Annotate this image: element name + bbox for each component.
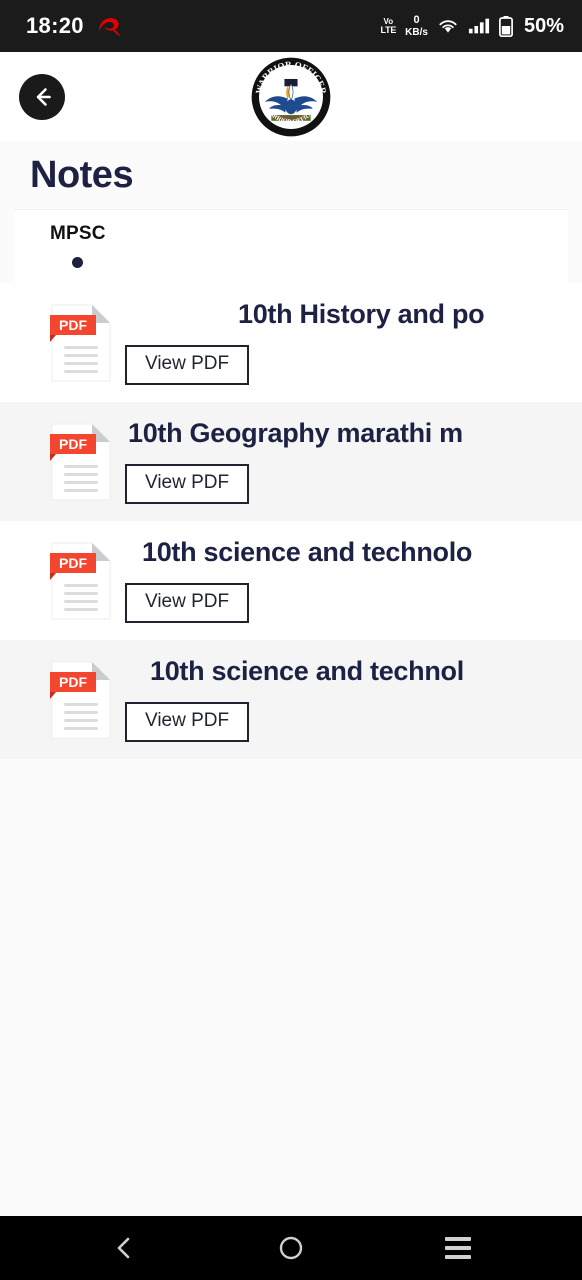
- view-pdf-button[interactable]: View PDF: [125, 345, 250, 385]
- app-header: WARRIOR OFFICER MARATHI BOOKS WARRIOR OF…: [0, 52, 582, 141]
- note-title: 10th science and technol: [150, 656, 464, 686]
- svg-text:PDF: PDF: [59, 317, 87, 333]
- nav-recents-icon: [445, 1237, 472, 1259]
- note-title: 10th History and po: [238, 299, 485, 329]
- svg-text:PDF: PDF: [59, 436, 87, 452]
- status-bar-right: Vo LTE 0 KB/s 50%: [380, 14, 564, 37]
- network-speed-indicator: 0 KB/s: [405, 14, 428, 37]
- note-details: 10th science and technolo View PDF: [114, 521, 582, 640]
- category-tab-bar: MPSC: [14, 209, 568, 283]
- tab-mpsc[interactable]: MPSC: [34, 223, 122, 268]
- battery-icon: [499, 15, 513, 37]
- nav-back-button[interactable]: [89, 1216, 159, 1280]
- svg-text:PDF: PDF: [59, 555, 87, 571]
- svg-text:PDF: PDF: [59, 674, 87, 690]
- cellular-signal-icon: [468, 18, 490, 34]
- status-bar-left: 18:20: [26, 13, 122, 39]
- table-row[interactable]: PDF 10th science and technol View PDF: [0, 640, 582, 759]
- view-pdf-button[interactable]: View PDF: [125, 583, 250, 623]
- pdf-file-icon: PDF: [48, 301, 114, 385]
- nav-recents-button[interactable]: [423, 1216, 493, 1280]
- view-pdf-button[interactable]: View PDF: [125, 464, 250, 504]
- volte-icon: Vo LTE: [380, 17, 397, 35]
- airtel-logo-icon: [96, 15, 122, 37]
- system-navigation-bar: [0, 1216, 582, 1280]
- note-details: 10th science and technol View PDF: [114, 640, 582, 759]
- network-speed-value: 0: [413, 14, 420, 27]
- tab-selected-indicator: [72, 257, 84, 268]
- pdf-file-icon: PDF: [48, 539, 114, 623]
- note-title: 10th science and technolo: [142, 537, 473, 567]
- view-pdf-button[interactable]: View PDF: [125, 702, 250, 742]
- nav-home-button[interactable]: [256, 1216, 326, 1280]
- note-details: 10th Geography marathi m View PDF: [114, 402, 582, 521]
- status-clock: 18:20: [26, 13, 84, 38]
- phone-screen: 18:20 Vo LTE 0 KB/s 50% WARRIOR OFFICER …: [0, 0, 582, 1280]
- note-title: 10th Geography marathi m: [128, 418, 463, 448]
- table-row[interactable]: PDF 10th Geography marathi m View PDF: [0, 402, 582, 521]
- pdf-file-icon: PDF: [48, 420, 114, 504]
- page-title-container: Notes: [0, 141, 582, 209]
- table-row[interactable]: PDF 10th History and po View PDF: [0, 283, 582, 402]
- volte-bottom-text: LTE: [380, 24, 397, 35]
- notes-list: PDF 10th History and po View PDF PDF 10t…: [0, 283, 582, 759]
- nav-back-icon: [117, 1237, 129, 1259]
- back-button[interactable]: [19, 73, 65, 120]
- page-title: Notes: [30, 153, 134, 196]
- battery-percent-label: 50%: [523, 14, 564, 37]
- arrow-left-icon: [36, 87, 51, 106]
- empty-content-area: [0, 759, 582, 1216]
- warrior-officer-logo-icon: WARRIOR OFFICER MARATHI BOOKS WARRIOR OF…: [250, 56, 332, 138]
- nav-home-icon: [279, 1236, 303, 1260]
- pdf-file-icon: PDF: [48, 658, 114, 742]
- note-details: 10th History and po View PDF: [114, 283, 582, 402]
- status-bar: 18:20 Vo LTE 0 KB/s 50%: [0, 0, 582, 52]
- table-row[interactable]: PDF 10th science and technolo View PDF: [0, 521, 582, 640]
- network-speed-unit: KB/s: [405, 26, 428, 38]
- wifi-icon: [439, 20, 457, 33]
- tab-mpsc-label: MPSC: [50, 223, 106, 244]
